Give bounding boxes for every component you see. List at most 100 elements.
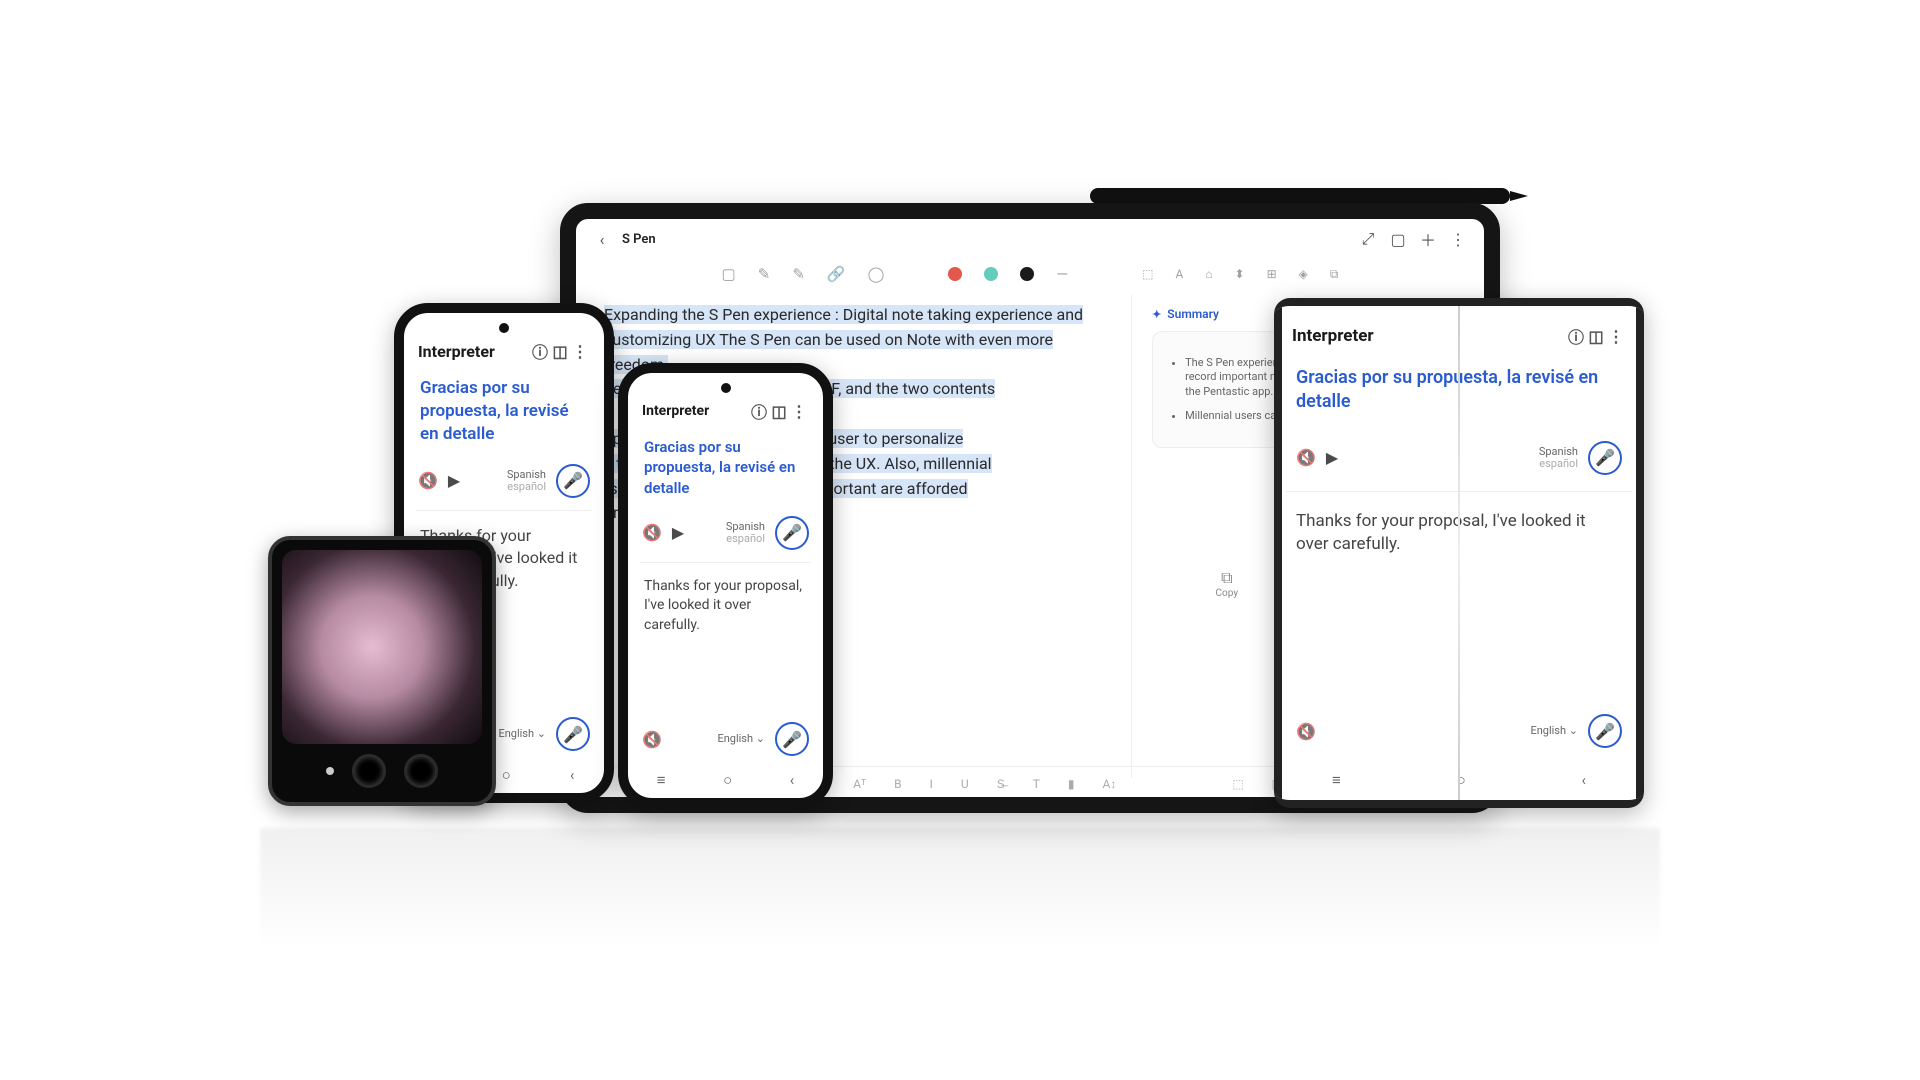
highlight-color-icon[interactable]: ▮ xyxy=(1068,777,1075,791)
source-language-selector[interactable]: Spanish español xyxy=(1539,446,1578,470)
interpreter-header: Interpreter ⓘ ◫ ⋮ xyxy=(628,373,823,427)
color-teal[interactable] xyxy=(984,267,998,281)
mic-icon: 🎤 xyxy=(563,471,583,490)
back-nav-icon[interactable]: ‹ xyxy=(570,766,575,784)
more-icon[interactable]: ⋮ xyxy=(789,401,809,421)
mic-target-button[interactable]: 🎤 xyxy=(556,717,590,751)
tool-eraser-icon[interactable]: 🔗 xyxy=(827,265,846,283)
mute-icon[interactable]: 🔇 xyxy=(1296,448,1316,467)
color-red[interactable] xyxy=(948,267,962,281)
tablet-titlebar: ‹ S Pen ⤢ ▢ ＋ ⋮ xyxy=(576,219,1484,259)
info-icon[interactable]: ⓘ xyxy=(1566,326,1586,346)
expand-icon[interactable]: ⤢ xyxy=(1358,229,1378,249)
target-translation-text: Thanks for your proposal, I've looked it… xyxy=(628,567,823,646)
mute-icon[interactable]: 🔇 xyxy=(418,471,438,490)
lang-name: English xyxy=(498,727,534,740)
s-pen-stylus xyxy=(1090,188,1510,204)
phone-small: Interpreter ⓘ ◫ ⋮ Gracias por su propues… xyxy=(618,363,833,808)
tool-pen-icon[interactable]: ✎ xyxy=(758,265,771,283)
front-camera-icon xyxy=(499,323,509,333)
strike-icon[interactable]: S̶ xyxy=(997,777,1005,791)
recents-icon[interactable]: ≡ xyxy=(1332,771,1341,789)
mic-icon: 🎤 xyxy=(782,523,802,542)
mic-target-button[interactable]: 🎤 xyxy=(1588,714,1622,748)
toolbar-extra1-icon[interactable]: ⬚ xyxy=(1142,267,1153,281)
add-icon[interactable]: ＋ xyxy=(1418,229,1438,249)
device-lineup: ‹ S Pen ⤢ ▢ ＋ ⋮ ▢ ✎ ✎ 🔗 ◯ — ⬚ A ⌂ ⬍ ⊞ ◈ xyxy=(260,188,1660,828)
format-extra1-icon[interactable]: ⬚ xyxy=(1232,777,1243,791)
font-icon[interactable]: Aᵀ xyxy=(853,777,866,791)
mic-icon: 🎤 xyxy=(1595,448,1615,467)
lang-name: English xyxy=(1530,724,1566,737)
toolbar-extra3-icon[interactable]: ⌂ xyxy=(1205,267,1212,281)
home-icon[interactable]: ○ xyxy=(723,771,732,789)
mic-icon: 🎤 xyxy=(782,730,802,749)
toolbar-extra5-icon[interactable]: ⊞ xyxy=(1267,267,1277,281)
target-language-selector[interactable]: English ⌄ xyxy=(498,728,546,740)
lang-name: Spanish xyxy=(507,469,546,481)
mic-source-button[interactable]: 🎤 xyxy=(556,464,590,498)
color-black[interactable] xyxy=(1020,267,1034,281)
bold-icon[interactable]: B xyxy=(894,777,901,791)
more-icon[interactable]: ⋮ xyxy=(1606,326,1626,346)
lang-name: Spanish xyxy=(726,521,765,533)
lang-native: español xyxy=(726,533,765,545)
mute-target-icon[interactable]: 🔇 xyxy=(642,730,662,749)
flip-camera-module xyxy=(326,754,438,788)
tablet-toolbar: ▢ ✎ ✎ 🔗 ◯ — ⬚ A ⌂ ⬍ ⊞ ◈ ⧉ xyxy=(576,259,1484,295)
copy-button[interactable]: ⧉ Copy xyxy=(1216,568,1239,599)
camera-lens-icon xyxy=(404,754,438,788)
toolbar-extra6-icon[interactable]: ◈ xyxy=(1299,267,1308,281)
source-language-selector[interactable]: Spanish español xyxy=(507,469,546,493)
tool-rect-icon[interactable]: ▢ xyxy=(722,265,736,283)
info-icon[interactable]: ⓘ xyxy=(749,401,769,421)
play-icon[interactable]: ▶ xyxy=(1326,448,1338,467)
back-nav-icon[interactable]: ‹ xyxy=(790,771,795,789)
source-translation-text: Gracias por su propuesta, la revisé en d… xyxy=(404,367,604,456)
mic-target-button[interactable]: 🎤 xyxy=(775,722,809,756)
lang-name: Spanish xyxy=(1539,446,1578,458)
toolbar-extra4-icon[interactable]: ⬍ xyxy=(1235,267,1245,281)
lang-native: español xyxy=(1539,458,1578,470)
underline-icon[interactable]: U xyxy=(961,777,969,791)
text-color-icon[interactable]: T xyxy=(1033,777,1040,791)
info-icon[interactable]: ⓘ xyxy=(530,341,550,361)
back-icon[interactable]: ‹ xyxy=(592,229,612,249)
play-icon[interactable]: ▶ xyxy=(448,471,460,490)
flip-cover-wallpaper xyxy=(282,550,482,744)
size-icon[interactable]: A↕ xyxy=(1102,777,1116,791)
mic-icon: 🎤 xyxy=(1595,722,1615,741)
target-language-selector[interactable]: English ⌄ xyxy=(717,733,765,745)
split-icon[interactable]: ◫ xyxy=(550,341,570,361)
source-translation-text: Gracias por su propuesta, la revisé en d… xyxy=(628,427,823,508)
copy-label: Copy xyxy=(1216,588,1239,599)
back-nav-icon[interactable]: ‹ xyxy=(1582,771,1587,789)
toolbar-extra7-icon[interactable]: ⧉ xyxy=(1330,267,1339,282)
front-camera-icon xyxy=(721,383,731,393)
italic-icon[interactable]: I xyxy=(930,777,933,791)
home-icon[interactable]: ○ xyxy=(502,766,511,784)
more-icon[interactable]: ⋮ xyxy=(570,341,590,361)
nav-bar: ≡ ○ ‹ xyxy=(628,766,823,794)
tool-lasso-icon[interactable]: ◯ xyxy=(868,265,885,283)
recents-icon[interactable]: ≡ xyxy=(657,771,666,789)
stroke-icon[interactable]: — xyxy=(1056,265,1068,283)
split-icon[interactable]: ◫ xyxy=(1586,326,1606,346)
note-title: S Pen xyxy=(622,232,656,247)
more-icon[interactable]: ⋮ xyxy=(1448,229,1468,249)
lang-native: español xyxy=(507,481,546,493)
toolbar-extra2-icon[interactable]: A xyxy=(1175,267,1183,281)
source-language-selector[interactable]: Spanish español xyxy=(726,521,765,545)
mic-source-button[interactable]: 🎤 xyxy=(775,516,809,550)
mic-icon: 🎤 xyxy=(563,725,583,744)
tool-highlighter-icon[interactable]: ✎ xyxy=(792,265,805,283)
save-icon[interactable]: ▢ xyxy=(1388,229,1408,249)
mic-source-button[interactable]: 🎤 xyxy=(1588,441,1622,475)
flip-device xyxy=(268,536,496,806)
app-title: Interpreter xyxy=(418,342,495,361)
split-icon[interactable]: ◫ xyxy=(769,401,789,421)
mute-icon[interactable]: 🔇 xyxy=(642,523,662,542)
mute-target-icon[interactable]: 🔇 xyxy=(1296,722,1316,741)
target-language-selector[interactable]: English ⌄ xyxy=(1530,725,1578,737)
play-icon[interactable]: ▶ xyxy=(672,523,684,542)
